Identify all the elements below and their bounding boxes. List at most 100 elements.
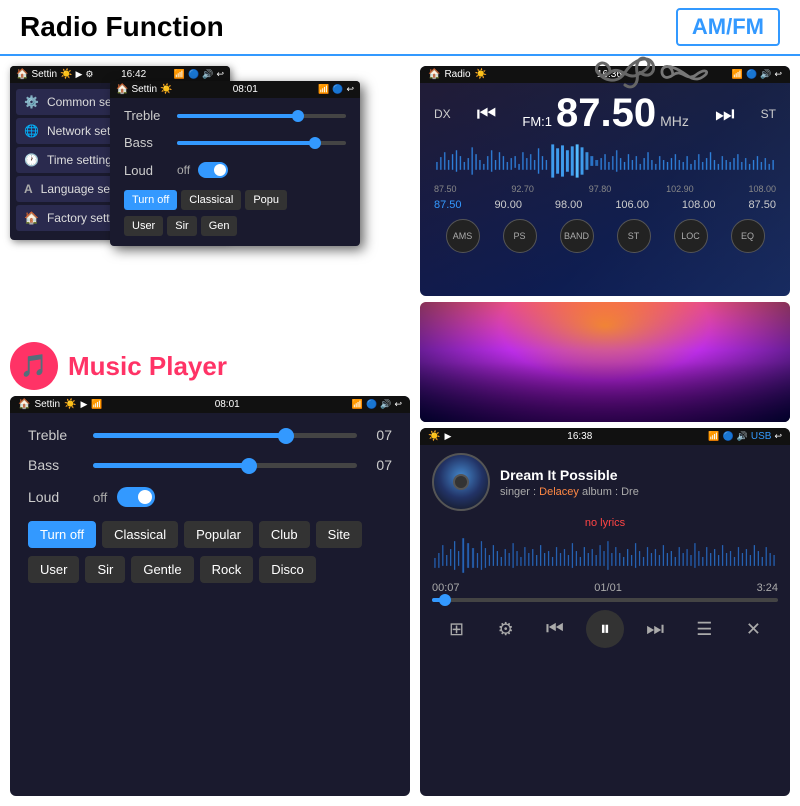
loud-toggle[interactable] — [198, 162, 228, 178]
eq-bar-time: 08:01 — [233, 84, 258, 95]
radio-ctrl-band[interactable]: BAND — [560, 219, 594, 253]
mp-wave — [432, 533, 778, 578]
infinity-symbol — [659, 60, 714, 90]
big-btn-site[interactable]: Site — [316, 521, 362, 548]
big-btn-disco[interactable]: Disco — [259, 556, 316, 583]
wifi-icon: 📶 — [174, 69, 185, 80]
big-btn-turnoff[interactable]: Turn off — [28, 521, 96, 548]
treble-label: Treble — [124, 108, 169, 123]
big-eq-btns2: User Sir Gentle Rock Disco — [28, 556, 392, 583]
big-btn-classical[interactable]: Classical — [102, 521, 178, 548]
station-4[interactable]: 106.00 — [615, 199, 649, 211]
mp-btn-list[interactable]: ☰ — [686, 611, 722, 647]
treble-row: Treble — [124, 108, 346, 123]
eq-btn-popular[interactable]: Popu — [245, 190, 287, 210]
mp-wifi: 📶 — [708, 431, 719, 442]
music-player-right: ☀️ ▶ 16:38 📶 🔵 🔊 USB ↩ — [420, 428, 790, 796]
eq-btn-turnoff[interactable]: Turn off — [124, 190, 177, 210]
big-eq-content: Treble 07 Bass 07 — [10, 413, 410, 597]
station-3[interactable]: 98.00 — [555, 199, 583, 211]
big-btn-gentle[interactable]: Gentle — [131, 556, 193, 583]
mp-btn-settings[interactable]: ⚙ — [488, 611, 524, 647]
big-bass-slider[interactable] — [93, 463, 357, 468]
right-column: 🏠 Radio ☀️ 16:36 📶 🔵 🔊 ↩ DX ⏮ — [420, 56, 800, 806]
loud-off-label: off — [177, 163, 190, 177]
settings-stack: 🏠 Settin ☀️ ▶ ⚙ 16:42 📶 🔵 🔊 ↩ — [10, 66, 410, 336]
mp-progress-bar[interactable] — [432, 598, 778, 602]
big-btn-user[interactable]: User — [28, 556, 79, 583]
big-btn-club[interactable]: Club — [259, 521, 310, 548]
big-eq-bt2: 🔵 — [366, 399, 377, 410]
mp-song-row: Dream It Possible singer : Delacey album… — [432, 453, 778, 511]
settings-bar-time: 16:42 — [121, 69, 146, 80]
clock-icon: 🕐 — [24, 153, 39, 167]
big-btn-sir[interactable]: Sir — [85, 556, 125, 583]
big-treble-slider[interactable] — [93, 433, 357, 438]
home-icon: 🏠 — [16, 69, 28, 80]
settings-icon-sm: ⚙ — [85, 69, 93, 80]
mp-content: Dream It Possible singer : Delacey album… — [420, 445, 790, 656]
treble-slider[interactable] — [177, 114, 346, 118]
radio-dx: DX — [434, 107, 451, 121]
bass-slider[interactable] — [177, 141, 346, 145]
big-btn-popular[interactable]: Popular — [184, 521, 253, 548]
radio-ctrl-ams[interactable]: AMS — [446, 219, 480, 253]
language-icon: A — [24, 182, 33, 196]
radio-fm-label: FM:1 — [522, 114, 552, 129]
bass-row: Bass — [124, 135, 346, 150]
big-bass-label: Bass — [28, 457, 83, 473]
eq-btn-sir[interactable]: Sir — [167, 216, 196, 236]
eq-buttons-row2: User Sir Gen — [124, 216, 346, 236]
eq-btn-user[interactable]: User — [124, 216, 163, 236]
radio-frequency: 87.50 — [556, 91, 656, 136]
eq-front-window: 🏠 Settin ☀️ 08:01 📶 🔵 ↩ Treble — [110, 81, 360, 246]
settings-bar-title: Settin — [31, 69, 57, 80]
eq-wifi-icon: 📶 — [318, 84, 329, 95]
station-1[interactable]: 87.50 — [434, 199, 462, 211]
station-5[interactable]: 108.00 — [682, 199, 716, 211]
big-eq-back2[interactable]: ↩ — [394, 399, 402, 410]
mp-back[interactable]: ↩ — [774, 431, 782, 442]
back-icon[interactable]: ↩ — [216, 69, 224, 80]
mp-btn-playlist[interactable]: ⊞ — [439, 611, 475, 647]
mp-btn-next[interactable]: ⏭ — [637, 611, 673, 647]
big-loud-toggle[interactable] — [117, 487, 155, 507]
radio-back[interactable]: ↩ — [774, 69, 782, 80]
eq-btn-gentle[interactable]: Gen — [201, 216, 238, 236]
radio-vol: 🔊 — [760, 69, 771, 80]
big-loud-row: Loud off — [28, 487, 392, 507]
infinity-icon-area — [595, 55, 714, 95]
radio-unit: MHz — [660, 113, 689, 129]
mp-btn-prev[interactable]: ⏮ — [537, 611, 573, 647]
station-2[interactable]: 90.00 — [494, 199, 522, 211]
radio-ctrl-ps[interactable]: PS — [503, 219, 537, 253]
play-icon: ▶ — [75, 69, 82, 80]
album-name: Dre — [621, 486, 639, 498]
eq-bt-icon: 🔵 — [332, 84, 343, 95]
mp-song-meta: singer : Delacey album : Dre — [500, 486, 778, 498]
big-eq-panel: 🏠 Settin ☀️ ▶ 📶 08:01 📶 🔵 🔊 ↩ Treble — [10, 396, 410, 796]
big-btn-rock[interactable]: Rock — [200, 556, 254, 583]
radio-ctrl-st[interactable]: ST — [617, 219, 651, 253]
bass-label: Bass — [124, 135, 169, 150]
radio-ctrl-loc[interactable]: LOC — [674, 219, 708, 253]
big-loud-off: off — [93, 490, 107, 505]
big-treble-label: Treble — [28, 427, 83, 443]
mp-btn-close[interactable]: ✕ — [735, 611, 771, 647]
eq-back-icon[interactable]: ↩ — [346, 84, 354, 95]
station-6[interactable]: 87.50 — [748, 199, 776, 211]
loud-label: Loud — [124, 163, 169, 178]
eq-btn-classical[interactable]: Classical — [181, 190, 241, 210]
big-eq-vol2: 🔊 — [380, 399, 391, 410]
left-column: 🏠 Settin ☀️ ▶ ⚙ 16:42 📶 🔵 🔊 ↩ — [0, 56, 420, 806]
radio-ctrl-eq[interactable]: EQ — [731, 219, 765, 253]
radio-prev-btn[interactable]: ⏮ — [477, 101, 497, 127]
big-eq-android-bar: 🏠 Settin ☀️ ▶ 📶 08:01 📶 🔵 🔊 ↩ — [10, 396, 410, 413]
radio-next-btn[interactable]: ⏭ — [715, 101, 735, 127]
mp-track-row — [432, 598, 778, 602]
big-eq-sun-icon: ☀️ — [64, 399, 76, 410]
mp-android-bar: ☀️ ▶ 16:38 📶 🔵 🔊 USB ↩ — [420, 428, 790, 445]
big-bass-row: Bass 07 — [28, 457, 392, 473]
mp-btn-play[interactable]: ⏸ — [586, 610, 624, 648]
network-icon: 🌐 — [24, 124, 39, 138]
